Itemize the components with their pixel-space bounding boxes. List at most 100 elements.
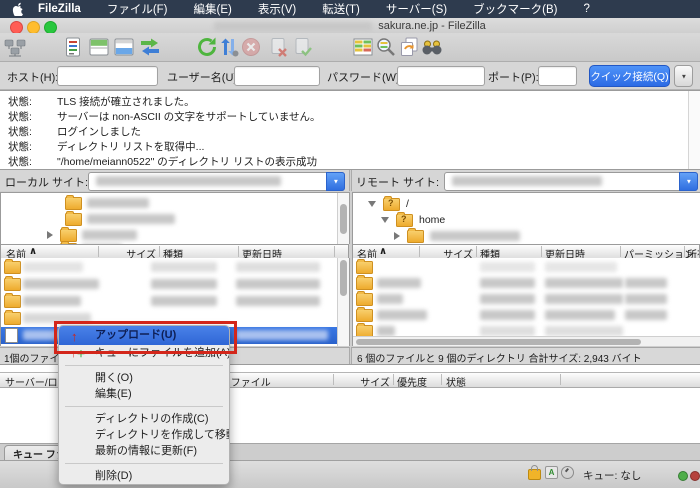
remote-site-label: リモート サイト: bbox=[356, 174, 439, 190]
reconnect-button[interactable] bbox=[292, 36, 314, 58]
log-scrollbar[interactable] bbox=[688, 91, 700, 169]
redacted-name bbox=[23, 296, 81, 306]
menu-edit[interactable]: 編集(E) bbox=[194, 1, 232, 17]
col-priority[interactable]: 優先度 bbox=[397, 374, 427, 389]
redacted-date bbox=[236, 262, 320, 272]
local-tree[interactable] bbox=[0, 192, 350, 244]
sort-asc-icon: ∧ bbox=[379, 246, 387, 257]
menu-app-name[interactable]: FileZilla bbox=[38, 3, 81, 15]
menu-file[interactable]: ファイル(F) bbox=[107, 1, 168, 17]
chevron-down-icon[interactable]: ▼ bbox=[326, 172, 345, 191]
redacted-type bbox=[151, 279, 217, 289]
local-tree-row[interactable] bbox=[1, 211, 341, 227]
menu-item-open[interactable]: 開く(O) bbox=[59, 370, 229, 386]
search-binoculars-button[interactable] bbox=[421, 36, 443, 58]
local-file-row[interactable] bbox=[1, 259, 349, 276]
synchronized-browsing-button[interactable] bbox=[375, 36, 397, 58]
username-input[interactable] bbox=[234, 66, 320, 86]
folder-icon bbox=[407, 230, 424, 243]
remote-file-list[interactable] bbox=[352, 258, 700, 346]
col-status[interactable]: 状態 bbox=[446, 374, 466, 389]
remote-tree-row[interactable]: / bbox=[353, 196, 693, 212]
local-list-scrollbar[interactable] bbox=[337, 258, 349, 346]
redacted-name bbox=[377, 310, 427, 320]
process-queue-button[interactable] bbox=[218, 36, 240, 58]
filezilla-window: FileZilla ファイル(F) 編集(E) 表示(V) 転送(T) サーバー… bbox=[0, 0, 700, 488]
log-message: ログインしました bbox=[57, 124, 141, 139]
cancel-operation-button[interactable] bbox=[240, 36, 262, 58]
toggle-remote-tree-button[interactable] bbox=[113, 36, 135, 58]
disconnect-button[interactable] bbox=[268, 36, 290, 58]
redacted-name bbox=[377, 326, 395, 336]
redacted-name bbox=[377, 294, 403, 304]
port-input[interactable] bbox=[538, 66, 577, 86]
find-files-button[interactable] bbox=[398, 36, 420, 58]
remote-tree-root-label: / bbox=[406, 198, 409, 210]
quickconnect-dropdown-button[interactable]: ▼ bbox=[674, 65, 693, 87]
toggle-local-tree-button[interactable] bbox=[88, 36, 110, 58]
site-manager-button[interactable] bbox=[4, 36, 26, 58]
menu-help[interactable]: ? bbox=[583, 3, 589, 15]
menu-server[interactable]: サーバー(S) bbox=[386, 1, 447, 17]
folder-icon bbox=[4, 278, 21, 291]
log-message: "/home/meiann0522" のディレクトリ リストの表示成功 bbox=[57, 154, 317, 169]
log-status-label: 状態: bbox=[8, 94, 32, 109]
remote-site-select[interactable]: ▼ bbox=[444, 172, 698, 191]
local-file-row[interactable] bbox=[1, 293, 349, 310]
folder-icon bbox=[356, 261, 373, 274]
redacted-folder-name bbox=[430, 231, 520, 241]
menu-item-delete[interactable]: 削除(D) bbox=[59, 468, 229, 484]
local-tree-row[interactable] bbox=[1, 195, 341, 211]
local-tree-scrollbar[interactable] bbox=[337, 193, 349, 244]
chevron-down-icon[interactable]: ▼ bbox=[679, 172, 698, 191]
menu-transfer[interactable]: 転送(T) bbox=[322, 1, 360, 17]
log-row: 状態:"/home/meiann0522" のディレクトリ リストの表示成功 bbox=[0, 154, 690, 169]
expand-triangle-icon[interactable] bbox=[47, 231, 53, 239]
toggle-queue-button[interactable] bbox=[139, 36, 161, 58]
expand-triangle-icon[interactable] bbox=[394, 232, 400, 240]
folder-icon bbox=[356, 293, 373, 306]
menu-item-create-directory-enter[interactable]: ディレクトリを作成して移動(Y) bbox=[59, 427, 229, 443]
apple-icon[interactable] bbox=[12, 2, 24, 16]
folder-icon bbox=[4, 295, 21, 308]
host-input[interactable] bbox=[57, 66, 158, 86]
log-message: ディレクトリ リストを取得中... bbox=[57, 139, 204, 154]
remote-tree-row[interactable] bbox=[353, 228, 693, 244]
folder-icon bbox=[65, 197, 82, 210]
lock-icon[interactable] bbox=[528, 469, 541, 480]
local-file-row[interactable] bbox=[1, 276, 349, 293]
password-input[interactable] bbox=[397, 66, 485, 86]
refresh-button[interactable] bbox=[196, 36, 218, 58]
folder-icon bbox=[4, 261, 21, 274]
quickconnect-button[interactable]: クイック接続(Q) bbox=[589, 65, 670, 87]
menu-item-create-directory[interactable]: ディレクトリの作成(C) bbox=[59, 411, 229, 427]
col-size[interactable]: サイズ bbox=[356, 374, 390, 389]
redacted-type bbox=[480, 278, 535, 288]
collapse-triangle-icon[interactable] bbox=[368, 201, 376, 207]
remote-tree[interactable]: / home bbox=[352, 192, 700, 244]
redacted-permissions bbox=[625, 278, 667, 288]
remote-list-hscrollbar[interactable] bbox=[353, 336, 700, 346]
menu-item-refresh[interactable]: 最新の情報に更新(F) bbox=[59, 443, 229, 459]
remote-file-row[interactable] bbox=[353, 307, 700, 324]
log-status-label: 状態: bbox=[8, 139, 32, 154]
menu-bookmarks[interactable]: ブックマーク(B) bbox=[473, 1, 557, 17]
transfer-type-icon[interactable]: A bbox=[545, 466, 558, 479]
remote-file-row[interactable] bbox=[353, 275, 700, 292]
redacted-date bbox=[545, 278, 623, 288]
green-indicator-icon bbox=[678, 471, 688, 481]
menu-item-rename[interactable]: 名前の変更(R) bbox=[59, 484, 229, 485]
redacted-type bbox=[151, 296, 217, 306]
message-log: 状態:TLS 接続が確立されました。 状態:サーバーは non-ASCII の文… bbox=[0, 90, 700, 170]
remote-file-row[interactable] bbox=[353, 259, 700, 276]
menu-view[interactable]: 表示(V) bbox=[258, 1, 296, 17]
local-site-select[interactable]: ▼ bbox=[88, 172, 345, 191]
remote-tree-row[interactable]: home bbox=[353, 212, 693, 228]
toggle-log-button[interactable] bbox=[62, 36, 84, 58]
speed-limit-icon[interactable] bbox=[561, 466, 574, 479]
directory-comparison-button[interactable] bbox=[352, 36, 374, 58]
collapse-triangle-icon[interactable] bbox=[381, 217, 389, 223]
menu-item-edit[interactable]: 編集(E) bbox=[59, 386, 229, 402]
remote-file-row[interactable] bbox=[353, 291, 700, 308]
remote-tree-home-label: home bbox=[419, 214, 445, 226]
